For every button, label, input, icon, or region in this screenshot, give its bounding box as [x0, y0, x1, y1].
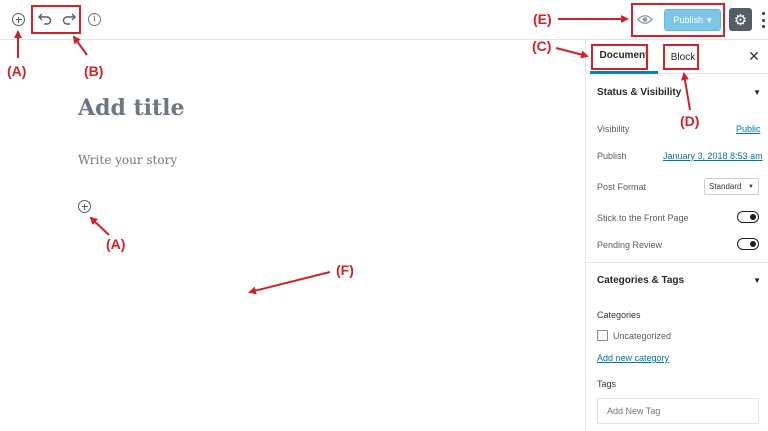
annotation-label-d: (D): [680, 113, 700, 129]
annotation-label-e: (E): [533, 11, 552, 27]
annotation-arrows: [14, 15, 691, 295]
annotation-label-a: (A): [106, 236, 126, 252]
annotation-label-a: (A): [7, 63, 27, 79]
annotation-label-b: (B): [84, 63, 104, 79]
annotation-label-c: (C): [532, 38, 552, 54]
annotation-label-f: (F): [336, 262, 354, 278]
